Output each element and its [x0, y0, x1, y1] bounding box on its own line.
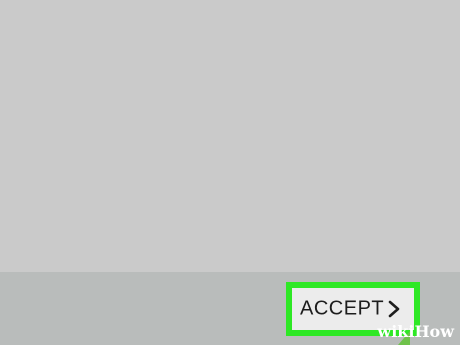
- blank-content-area: [0, 0, 460, 272]
- chevron-right-icon: [388, 300, 400, 318]
- wikihow-watermark: wiki How: [377, 322, 454, 341]
- accept-button-label: ACCEPT: [300, 297, 385, 320]
- screen: ACCEPT wiki How: [0, 0, 460, 345]
